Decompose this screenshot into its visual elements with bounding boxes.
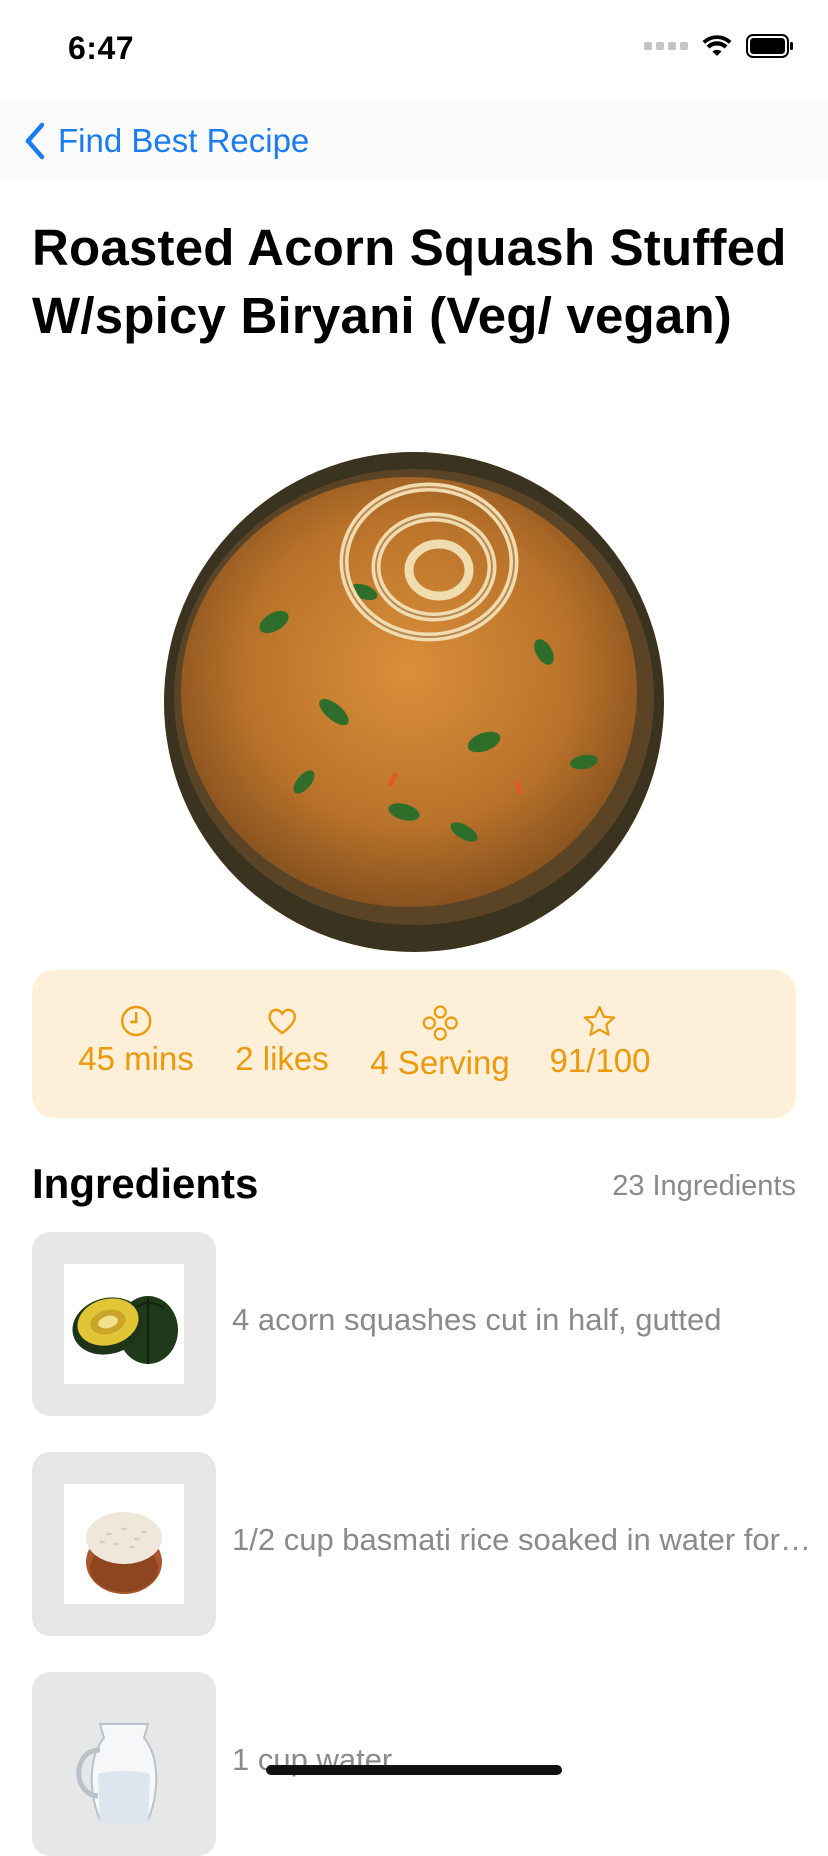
serving-icon xyxy=(422,1005,458,1041)
stat-score-value: 91/100 xyxy=(549,1042,651,1079)
water-jug-image xyxy=(76,1723,158,1825)
ingredient-item[interactable]: 1 cup water xyxy=(32,1672,796,1856)
wifi-icon xyxy=(702,35,732,56)
stat-time: 45 mins xyxy=(78,1004,194,1078)
back-label: Find Best Recipe xyxy=(58,122,310,159)
star-icon xyxy=(584,1005,616,1036)
stat-servings: 4 Serving xyxy=(370,1004,510,1082)
ingredient-thumbnail xyxy=(32,1452,216,1636)
stat-likes: 2 likes xyxy=(235,1004,329,1078)
ingredient-thumbnail xyxy=(32,1232,216,1416)
ingredient-text: 4 acorn squashes cut in half, gutted xyxy=(232,1302,722,1337)
ingredient-item[interactable]: 1/2 cup basmati rice soaked in water for… xyxy=(32,1452,812,1636)
back-button[interactable]: Find Best Recipe xyxy=(24,112,309,170)
chevron-left-icon xyxy=(25,122,45,160)
heart-icon xyxy=(268,1008,296,1035)
stat-time-value: 45 mins xyxy=(78,1040,194,1077)
ingredients-heading: Ingredients xyxy=(32,1160,259,1207)
battery-icon xyxy=(746,34,793,58)
ingredient-item[interactable]: 4 acorn squashes cut in half, gutted xyxy=(32,1232,796,1416)
home-indicator xyxy=(266,1765,562,1775)
acorn-squash-image xyxy=(72,1296,178,1364)
recipe-stats-panel: 45 mins 2 likes 4 Serving 91/100 xyxy=(32,970,796,1118)
recipe-title: Roasted Acorn Squash Stuffed W/spicy Bir… xyxy=(32,219,787,344)
cellular-signal-icon xyxy=(644,42,688,50)
stat-servings-value: 4 Serving xyxy=(370,1044,510,1081)
ingredient-thumbnail xyxy=(32,1672,216,1856)
clock-icon xyxy=(120,1005,152,1037)
status-icons xyxy=(644,34,794,58)
rice-bowl-image xyxy=(86,1512,162,1594)
status-bar: 6:47 xyxy=(0,0,828,100)
stat-likes-value: 2 likes xyxy=(235,1040,329,1077)
ingredients-count: 23 Ingredients xyxy=(612,1170,796,1202)
stat-score: 91/100 xyxy=(549,1004,651,1080)
status-time: 6:47 xyxy=(68,30,135,66)
recipe-image xyxy=(164,452,664,952)
ingredient-text: 1/2 cup basmati rice soaked in water for… xyxy=(232,1522,812,1557)
